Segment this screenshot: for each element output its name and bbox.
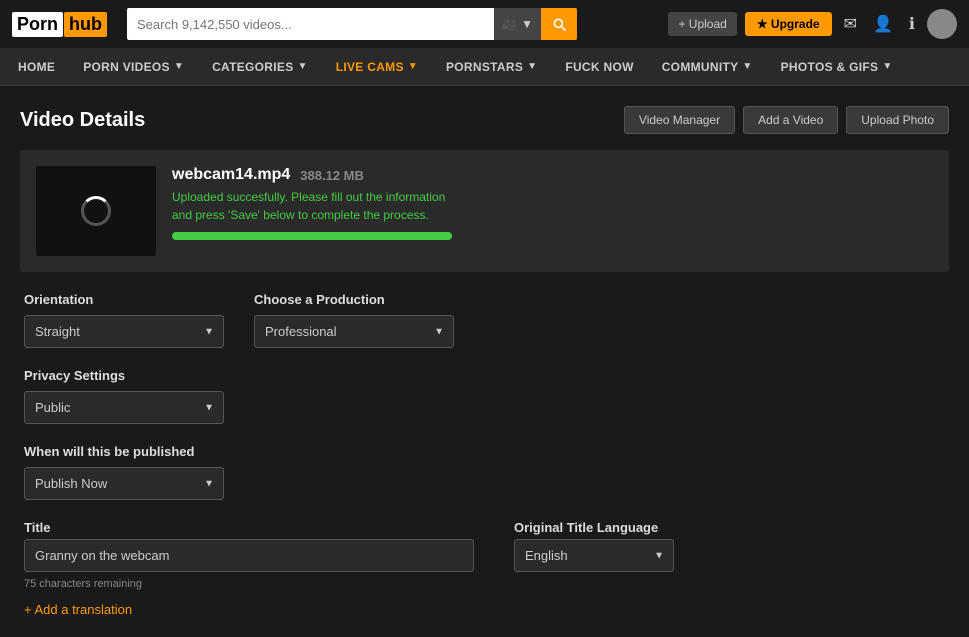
orientation-production-row: Orientation Straight Gay Transgender ▼ C… — [24, 292, 945, 348]
nav-item-live-cams[interactable]: LIVE CAMS ▼ — [322, 48, 432, 86]
publish-row: When will this be published Publish Now … — [24, 444, 945, 500]
info-icon-button[interactable]: ℹ — [905, 10, 919, 38]
upload-button[interactable]: + Upload — [668, 12, 736, 36]
publish-group: When will this be published Publish Now … — [24, 444, 224, 500]
video-filesize: 388.12 MB — [300, 168, 364, 183]
privacy-select-wrapper: Public Private Unlisted ▼ — [24, 391, 224, 424]
page-title: Video Details — [20, 109, 145, 132]
upgrade-button[interactable]: ★ Upgrade — [745, 12, 832, 36]
orientation-select-wrapper: Straight Gay Transgender ▼ — [24, 315, 224, 348]
publish-label: When will this be published — [24, 444, 224, 459]
production-select[interactable]: Professional Amateur Homemade — [254, 315, 454, 348]
nav-actions: + Upload ★ Upgrade ✉ 👤 ℹ — [668, 9, 957, 39]
cam-button[interactable]: 🎥 ▼ — [494, 8, 541, 40]
logo-porn: Porn — [12, 12, 63, 37]
nav-item-porn-videos[interactable]: PORN VIDEOS ▼ — [69, 48, 198, 86]
nav-item-community[interactable]: COMMUNITY ▼ — [648, 48, 767, 86]
community-arrow: ▼ — [742, 61, 752, 72]
video-manager-button[interactable]: Video Manager — [624, 106, 735, 134]
video-panel: webcam14.mp4 388.12 MB Uploaded succesfu… — [20, 150, 949, 272]
video-filename: webcam14.mp4 — [172, 166, 290, 184]
form-section: Orientation Straight Gay Transgender ▼ C… — [20, 292, 949, 617]
publish-select[interactable]: Publish Now Schedule — [24, 467, 224, 500]
nav-item-fuck-now[interactable]: FUCK NOW — [551, 48, 647, 86]
title-group: Title 75 characters remaining + Add a tr… — [24, 520, 474, 617]
header-buttons: Video Manager Add a Video Upload Photo — [624, 106, 949, 134]
orientation-group: Orientation Straight Gay Transgender ▼ — [24, 292, 224, 348]
search-icon — [551, 16, 567, 32]
categories-arrow: ▼ — [298, 61, 308, 72]
logo-hub: hub — [64, 12, 107, 37]
lang-select-wrapper: English Spanish French German Japanese ▼ — [514, 539, 674, 572]
top-nav: Pornhub 🎥 ▼ + Upload ★ Upgrade ✉ 👤 ℹ — [0, 0, 969, 48]
add-translation-link[interactable]: + Add a translation — [24, 602, 474, 617]
privacy-label: Privacy Settings — [24, 368, 224, 383]
mail-icon-button[interactable]: ✉ — [840, 10, 861, 38]
production-label: Choose a Production — [254, 292, 454, 307]
porn-videos-arrow: ▼ — [174, 61, 184, 72]
search-button[interactable] — [541, 8, 577, 40]
loading-spinner — [81, 196, 111, 226]
content-header: Video Details Video Manager Add a Video … — [20, 106, 949, 134]
orientation-label: Orientation — [24, 292, 224, 307]
publish-select-wrapper: Publish Now Schedule ▼ — [24, 467, 224, 500]
video-info: webcam14.mp4 388.12 MB Uploaded succesfu… — [172, 166, 933, 240]
nav-item-home[interactable]: HOME — [4, 48, 69, 86]
avatar[interactable] — [927, 9, 957, 39]
upload-photo-button[interactable]: Upload Photo — [846, 106, 949, 134]
progress-bar-fill — [172, 232, 452, 240]
production-select-wrapper: Professional Amateur Homemade ▼ — [254, 315, 454, 348]
main-nav: HOME PORN VIDEOS ▼ CATEGORIES ▼ LIVE CAM… — [0, 48, 969, 86]
cam-arrow: ▼ — [521, 17, 533, 31]
production-group: Choose a Production Professional Amateur… — [254, 292, 454, 348]
nav-item-photos-gifs[interactable]: PHOTOS & GIFS ▼ — [767, 48, 907, 86]
nav-item-pornstars[interactable]: PORNSTARS ▼ — [432, 48, 551, 86]
pornstars-arrow: ▼ — [527, 61, 537, 72]
content-area: Video Details Video Manager Add a Video … — [0, 86, 969, 637]
original-lang-group: Original Title Language English Spanish … — [514, 520, 674, 572]
title-label: Title — [24, 520, 474, 535]
photos-gifs-arrow: ▼ — [882, 61, 892, 72]
chars-remaining: 75 characters remaining — [24, 578, 474, 590]
privacy-group: Privacy Settings Public Private Unlisted… — [24, 368, 224, 424]
title-section: Title 75 characters remaining + Add a tr… — [24, 520, 945, 617]
language-select[interactable]: English Spanish French German Japanese — [514, 539, 674, 572]
progress-bar-background — [172, 232, 452, 240]
privacy-select[interactable]: Public Private Unlisted — [24, 391, 224, 424]
live-cams-arrow: ▼ — [408, 61, 418, 72]
logo[interactable]: Pornhub — [12, 12, 107, 37]
video-filename-row: webcam14.mp4 388.12 MB — [172, 166, 933, 184]
search-bar: 🎥 ▼ — [127, 8, 577, 40]
title-input[interactable] — [24, 539, 474, 572]
video-thumbnail — [36, 166, 156, 256]
privacy-row: Privacy Settings Public Private Unlisted… — [24, 368, 945, 424]
search-input[interactable] — [127, 8, 494, 40]
user-icon-button[interactable]: 👤 — [869, 10, 897, 38]
video-icon: 🎥 — [502, 17, 517, 31]
upload-message: Uploaded succesfully. Please fill out th… — [172, 188, 933, 224]
original-lang-label: Original Title Language — [514, 520, 674, 535]
orientation-select[interactable]: Straight Gay Transgender — [24, 315, 224, 348]
nav-item-categories[interactable]: CATEGORIES ▼ — [198, 48, 322, 86]
add-video-button[interactable]: Add a Video — [743, 106, 838, 134]
